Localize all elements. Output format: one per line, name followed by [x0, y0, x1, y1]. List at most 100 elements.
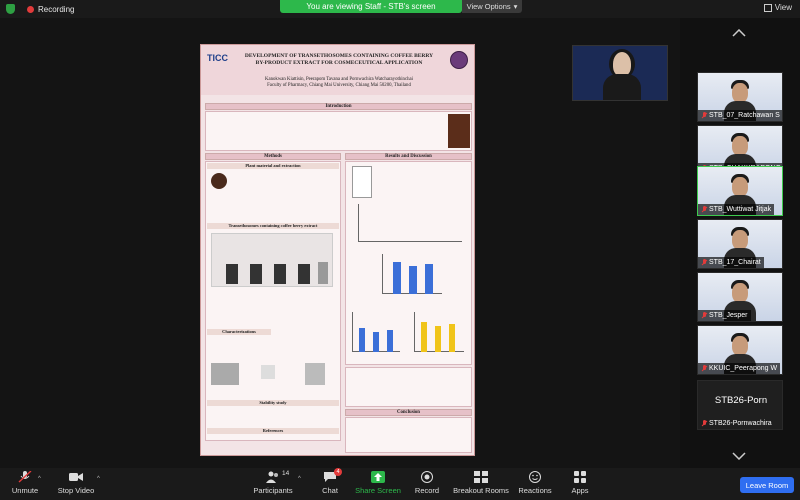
poster-header: TICC DEVELOPMENT OF TRANSETHOSOMES CONTA… — [201, 45, 474, 95]
chat-label: Chat — [322, 486, 338, 495]
mic-muted-icon — [701, 312, 707, 319]
breakout-rooms-icon — [474, 471, 488, 483]
participant-name: STB_07_Ratchawan S — [709, 112, 780, 119]
zeta-bar-chart — [414, 312, 464, 352]
methods-heading: Methods — [205, 153, 341, 160]
poster-title: DEVELOPMENT OF TRANSETHOSOMES CONTAINING… — [244, 53, 434, 66]
process-diagram — [211, 233, 333, 287]
plant-material-heading: Plant material and extraction — [207, 163, 339, 169]
participant-tile[interactable]: STB_07_Ratchawan S — [697, 72, 783, 122]
top-bar: Recording You are viewing Staff - STB's … — [0, 0, 800, 18]
participant-name: STB_Wuttiwat Jitjak — [709, 206, 772, 213]
chat-button[interactable]: 4 Chat — [318, 468, 342, 495]
apps-label: Apps — [571, 486, 589, 495]
hplc-chromatogram — [358, 204, 462, 242]
breakout-rooms-label: Breakout Rooms — [453, 486, 509, 495]
smiley-icon — [529, 471, 541, 483]
chevron-down-icon: ▾ — [513, 2, 518, 11]
coffee-berry-photo — [448, 114, 470, 148]
participant-name: STB26-Pornwachira — [709, 420, 772, 427]
participant-name: STB_Jesper — [709, 312, 748, 319]
extract-photo — [211, 173, 227, 189]
participant-tile[interactable]: STB_17_Chairat — [697, 219, 783, 269]
references-heading: References — [207, 428, 339, 434]
formulation-vial-photo — [352, 166, 372, 198]
scroll-up-icon[interactable] — [732, 29, 746, 37]
view-options-label: View Options — [466, 2, 511, 11]
results-discussion-text — [345, 367, 472, 407]
apps-button[interactable]: Apps — [568, 471, 592, 495]
chat-badge: 4 — [334, 468, 342, 476]
reactions-button[interactable]: Reactions — [516, 471, 554, 495]
mic-muted-icon — [701, 206, 707, 213]
university-seal-icon — [450, 51, 468, 69]
reactions-label: Reactions — [518, 486, 552, 495]
meeting-toolbar: Unmute ^ Stop Video ^ 14 Participants ^ … — [0, 468, 800, 500]
chevron-up-icon[interactable]: ^ — [298, 476, 301, 482]
unmute-button[interactable]: Unmute — [8, 471, 42, 495]
grid-icon — [763, 3, 772, 12]
poster-affiliation: Faculty of Pharmacy, Chiang Mai Universi… — [267, 83, 411, 88]
mic-muted-icon — [701, 259, 707, 266]
introduction-heading: Introduction — [205, 103, 472, 110]
share-screen-icon — [371, 471, 385, 483]
ticc-logo: TICC — [207, 53, 228, 63]
zetasizer-photo — [211, 363, 239, 385]
participants-label: Participants — [253, 486, 293, 495]
record-icon — [421, 471, 433, 483]
viewing-banner-text: You are viewing Staff - STB's screen — [306, 2, 436, 11]
methods-body — [205, 161, 341, 441]
mic-muted-icon — [701, 420, 707, 427]
view-options-button[interactable]: View Options ▾ — [462, 0, 522, 13]
mic-muted-icon — [701, 365, 707, 372]
leave-room-label: Leave Room — [745, 480, 789, 490]
zoom-window: Recording You are viewing Staff - STB's … — [0, 0, 800, 500]
participant-tile[interactable]: KKUIC_Peerapong W — [697, 325, 783, 375]
stability-heading: Stability study — [207, 400, 339, 406]
participants-icon — [266, 471, 278, 483]
results-heading: Results and Discussion — [345, 153, 472, 160]
introduction-body — [205, 111, 472, 151]
shield-icon — [6, 4, 15, 14]
participant-big-name: STB26-Porn — [714, 395, 768, 406]
participants-button[interactable]: 14 Participants — [252, 470, 294, 495]
apps-icon — [574, 471, 586, 483]
participant-tile[interactable]: STB_Jesper — [697, 272, 783, 322]
conclusion-body — [345, 417, 472, 453]
characterizations-heading: Characterizations — [207, 329, 271, 335]
view-label: View — [774, 3, 792, 12]
video-camera-icon — [69, 473, 83, 481]
stop-video-button[interactable]: Stop Video — [56, 471, 96, 495]
results-body — [345, 161, 472, 365]
breakout-rooms-button[interactable]: Breakout Rooms — [452, 471, 510, 495]
unmute-label: Unmute — [11, 486, 39, 495]
share-screen-button[interactable]: Share Screen — [354, 471, 402, 495]
chevron-up-icon[interactable]: ^ — [97, 476, 100, 482]
chevron-up-icon[interactable]: ^ — [38, 476, 41, 482]
speaker-face — [613, 52, 631, 76]
poster-authors: Kanokwan Kiattisin, Peerapom Tavana and … — [241, 77, 437, 89]
participant-tile-active[interactable]: STB_Wuttiwat Jitjak — [697, 166, 783, 216]
participant-name: STB_17_Chairat — [709, 259, 761, 266]
recording-indicator: Recording — [6, 2, 74, 16]
conclusion-heading: Conclusion — [345, 409, 472, 416]
size-bar-chart — [382, 254, 442, 294]
view-button[interactable]: View — [763, 3, 792, 12]
record-label: Record — [414, 486, 440, 495]
shared-poster: TICC DEVELOPMENT OF TRANSETHOSOMES CONTA… — [200, 44, 475, 456]
active-speaker-video — [572, 45, 668, 101]
participant-name: KKUIC_Peerapong W — [709, 365, 778, 372]
record-dot-icon — [27, 5, 34, 13]
pdi-bar-chart — [352, 312, 400, 352]
hplc-photo — [305, 363, 325, 385]
leave-room-button[interactable]: Leave Room — [740, 477, 794, 493]
participants-count: 14 — [282, 470, 290, 477]
share-screen-label: Share Screen — [355, 486, 401, 495]
record-button[interactable]: Record — [412, 471, 442, 495]
recording-label: Recording — [38, 4, 75, 14]
participant-tile[interactable]: STB26-Porn STB26-Pornwachira — [697, 380, 783, 430]
scroll-down-icon[interactable] — [732, 452, 746, 460]
viewing-banner: You are viewing Staff - STB's screen — [280, 0, 462, 13]
amicon-photo — [261, 365, 275, 379]
transethosomes-heading: Transethosomes containing coffee berry e… — [207, 223, 339, 229]
